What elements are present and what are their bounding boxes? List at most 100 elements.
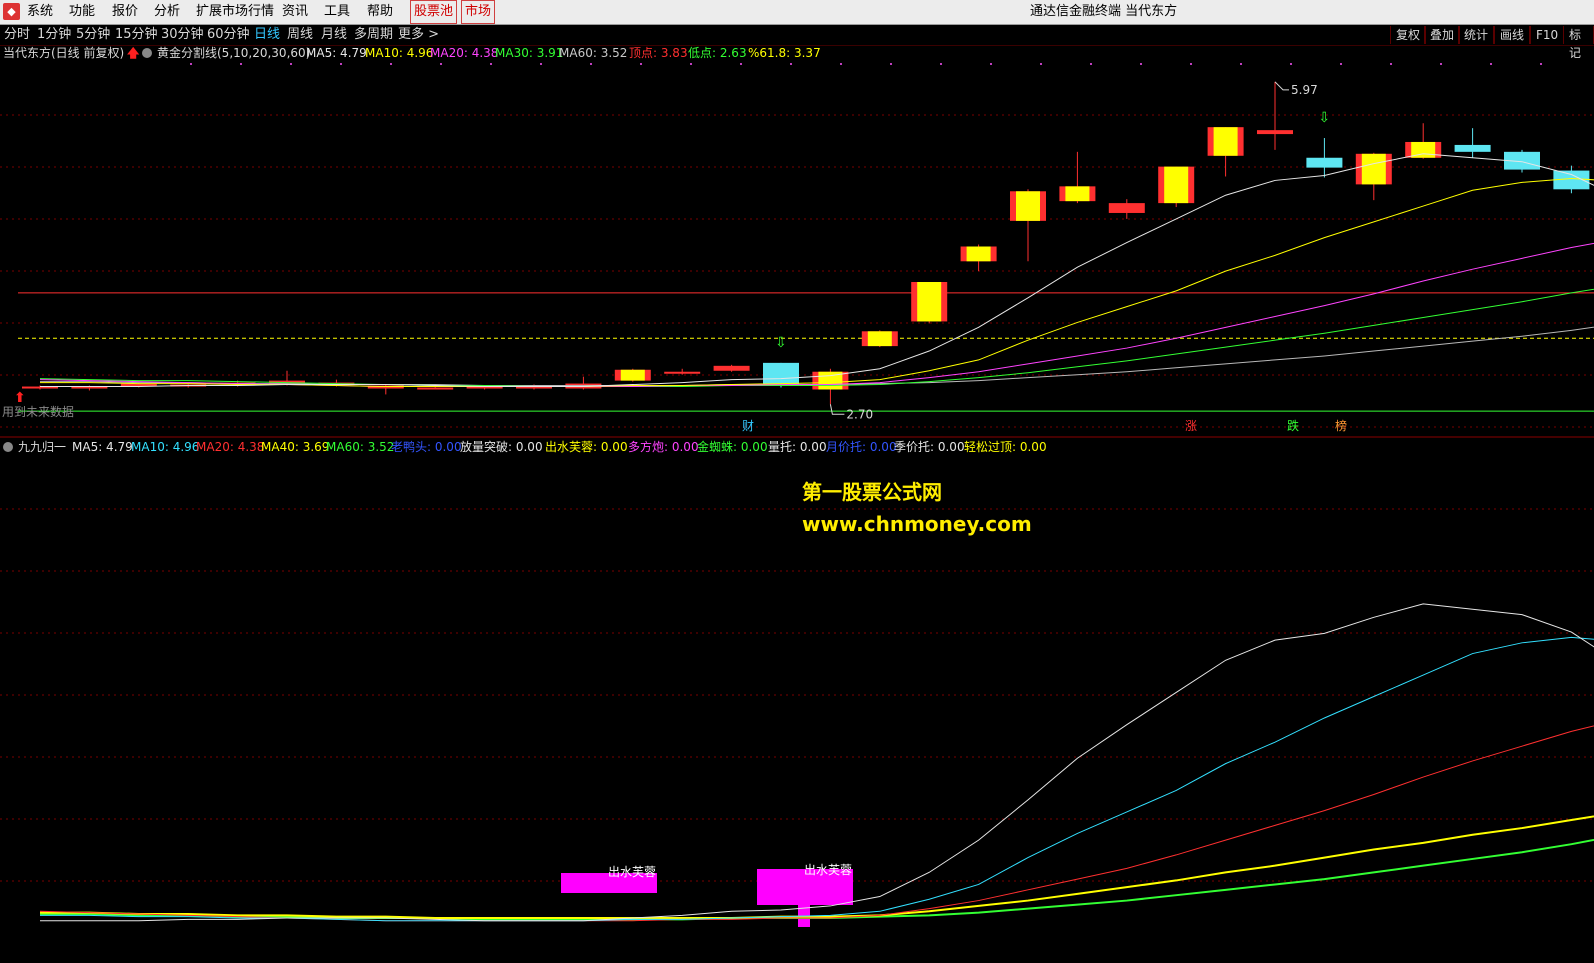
- top-marker-dot: [990, 63, 992, 65]
- menu-function[interactable]: 功能: [69, 0, 95, 24]
- tab-60min[interactable]: 60分钟: [207, 25, 250, 45]
- buy-arrow-icon: ⇩: [775, 335, 787, 351]
- top-marker-dot: [1040, 63, 1042, 65]
- ma5-line: [40, 153, 1594, 388]
- signal-label: 出水芙蓉: [608, 865, 656, 879]
- candle-body: [1306, 157, 1343, 168]
- overlay-button[interactable]: 叠加: [1424, 26, 1461, 44]
- menu-system[interactable]: 系统: [27, 0, 53, 24]
- sub-legend-item: 出水芙蓉: 0.00: [545, 440, 628, 454]
- candle-body-inner: [867, 331, 892, 347]
- main-kline-chart[interactable]: 5.97 2.70 ⇩ ⇩ ⬆用到未来数据财 涨 跌 榜: [0, 61, 1594, 438]
- legend-ma30: MA30: 3.91: [495, 46, 564, 60]
- menu-analysis[interactable]: 分析: [154, 0, 180, 24]
- sub-indicator-chart[interactable]: 出水芙蓉 出水芙蓉: [0, 455, 1594, 963]
- top-marker-dot: [540, 63, 542, 65]
- event-marker: 涨: [1185, 418, 1197, 433]
- candle-body: [1454, 144, 1491, 152]
- mark-button[interactable]: 标记: [1563, 26, 1594, 60]
- top-marker-dot: [1140, 63, 1142, 65]
- future-data-note: 用到未来数据: [2, 404, 74, 419]
- stock-name-label: 当代东方(日线 前复权): [3, 46, 125, 60]
- candle-body-inner: [917, 282, 942, 322]
- legend-fib-618: %61.8: 3.37: [748, 46, 821, 60]
- top-marker-dot: [640, 63, 642, 65]
- sub-legend-item: 多方炮: 0.00: [628, 440, 699, 454]
- tab-15min[interactable]: 15分钟: [115, 25, 158, 45]
- tab-1min[interactable]: 1分钟: [37, 25, 71, 45]
- signal-label: 出水芙蓉: [804, 863, 852, 877]
- watermark-url: www.chnmoney.com: [802, 512, 1032, 536]
- app-logo-icon[interactable]: ◆: [3, 3, 20, 20]
- sub-legend-item: 量托: 0.00: [768, 440, 827, 454]
- indicator-name[interactable]: 黄金分割线(5,10,20,30,60): [157, 45, 310, 61]
- sub-indicator-name[interactable]: 九九归一: [18, 439, 66, 455]
- event-marker: 榜: [1335, 418, 1347, 433]
- tab-daily[interactable]: 日线: [254, 25, 280, 45]
- menu-extended-market[interactable]: 扩展市场行情: [196, 0, 274, 24]
- buy-arrow-icon: ⇩: [1318, 110, 1330, 126]
- window-title: 通达信金融终端 当代东方: [1030, 4, 1178, 19]
- tab-monthly[interactable]: 月线: [321, 25, 347, 45]
- tab-realtime[interactable]: 分时: [4, 25, 30, 45]
- tab-weekly[interactable]: 周线: [287, 25, 313, 45]
- menu-tools[interactable]: 工具: [324, 0, 350, 24]
- sub-legend-item: 季价托: 0.00: [894, 440, 965, 454]
- ma20-line: [39, 242, 1594, 388]
- tab-multi-period[interactable]: 多周期: [354, 25, 393, 45]
- sub-legend-item: 老鸭头: 0.00: [391, 440, 462, 454]
- top-marker-dot: [1290, 63, 1292, 65]
- top-marker-dot: [890, 63, 892, 65]
- menu-market[interactable]: 市场: [461, 0, 496, 24]
- statistics-button[interactable]: 统计: [1458, 26, 1495, 44]
- top-marker-dot: [1190, 63, 1192, 65]
- red-arrow-icon: ⬆: [14, 390, 26, 406]
- candle-body: [1108, 203, 1145, 213]
- top-marker-dot: [840, 63, 842, 65]
- tab-5min[interactable]: 5分钟: [76, 25, 110, 45]
- top-marker-dot: [1390, 63, 1392, 65]
- low-price-label: 2.70: [846, 407, 873, 421]
- indicator-toggle-icon[interactable]: [142, 48, 152, 58]
- top-marker-dot: [690, 63, 692, 65]
- top-marker-dot: [1090, 63, 1092, 65]
- menu-quote[interactable]: 报价: [112, 0, 138, 24]
- tab-more[interactable]: 更多 >: [398, 25, 439, 45]
- candle-body: [1257, 130, 1293, 135]
- tab-30min[interactable]: 30分钟: [161, 25, 204, 45]
- menu-stock-pool[interactable]: 股票池: [410, 0, 458, 24]
- ma10-line: [40, 177, 1594, 388]
- candle-body-inner: [1213, 127, 1238, 156]
- candle-body-inner: [620, 369, 645, 381]
- top-marker-dot: [1440, 63, 1442, 65]
- sub-indicator-toggle-icon[interactable]: [3, 442, 13, 452]
- ma30-line: [39, 288, 1594, 388]
- sub-legend-item: MA20: 4.38: [196, 440, 265, 454]
- candle-body-inner: [1164, 166, 1189, 204]
- legend-ma5: MA5: 4.79: [306, 46, 367, 60]
- candle-body: [664, 371, 701, 374]
- top-marker-dot: [440, 63, 442, 65]
- sub-legend-item: MA40: 3.69: [261, 440, 330, 454]
- watermark-title: 第一股票公式网: [802, 480, 942, 504]
- candle-body-inner: [1361, 153, 1386, 185]
- legend-ma20: MA20: 4.38: [430, 46, 499, 60]
- menu-help[interactable]: 帮助: [367, 0, 393, 24]
- sub-legend-item: 放量突破: 0.00: [460, 440, 543, 454]
- sub-legend-item: 轻松过顶: 0.00: [964, 440, 1047, 454]
- sub-legend-item: MA5: 4.79: [72, 440, 133, 454]
- candle-body-inner: [1016, 191, 1040, 221]
- draw-line-button[interactable]: 画线: [1494, 26, 1531, 44]
- top-marker-dot: [1240, 63, 1242, 65]
- legend-ma10: MA10: 4.96: [365, 46, 434, 60]
- adjust-button[interactable]: 复权: [1390, 26, 1427, 44]
- top-marker-dot: [1540, 63, 1542, 65]
- top-marker-dot: [1340, 63, 1342, 65]
- f10-button[interactable]: F10: [1530, 26, 1565, 44]
- sub-legend-item: 月价托: 0.00: [826, 440, 897, 454]
- arrow-up-icon: 🡅: [127, 46, 140, 60]
- top-marker-dot: [490, 63, 492, 65]
- menu-news[interactable]: 资讯: [282, 0, 308, 24]
- low-pointer: [829, 404, 845, 415]
- candle-body: [713, 365, 750, 371]
